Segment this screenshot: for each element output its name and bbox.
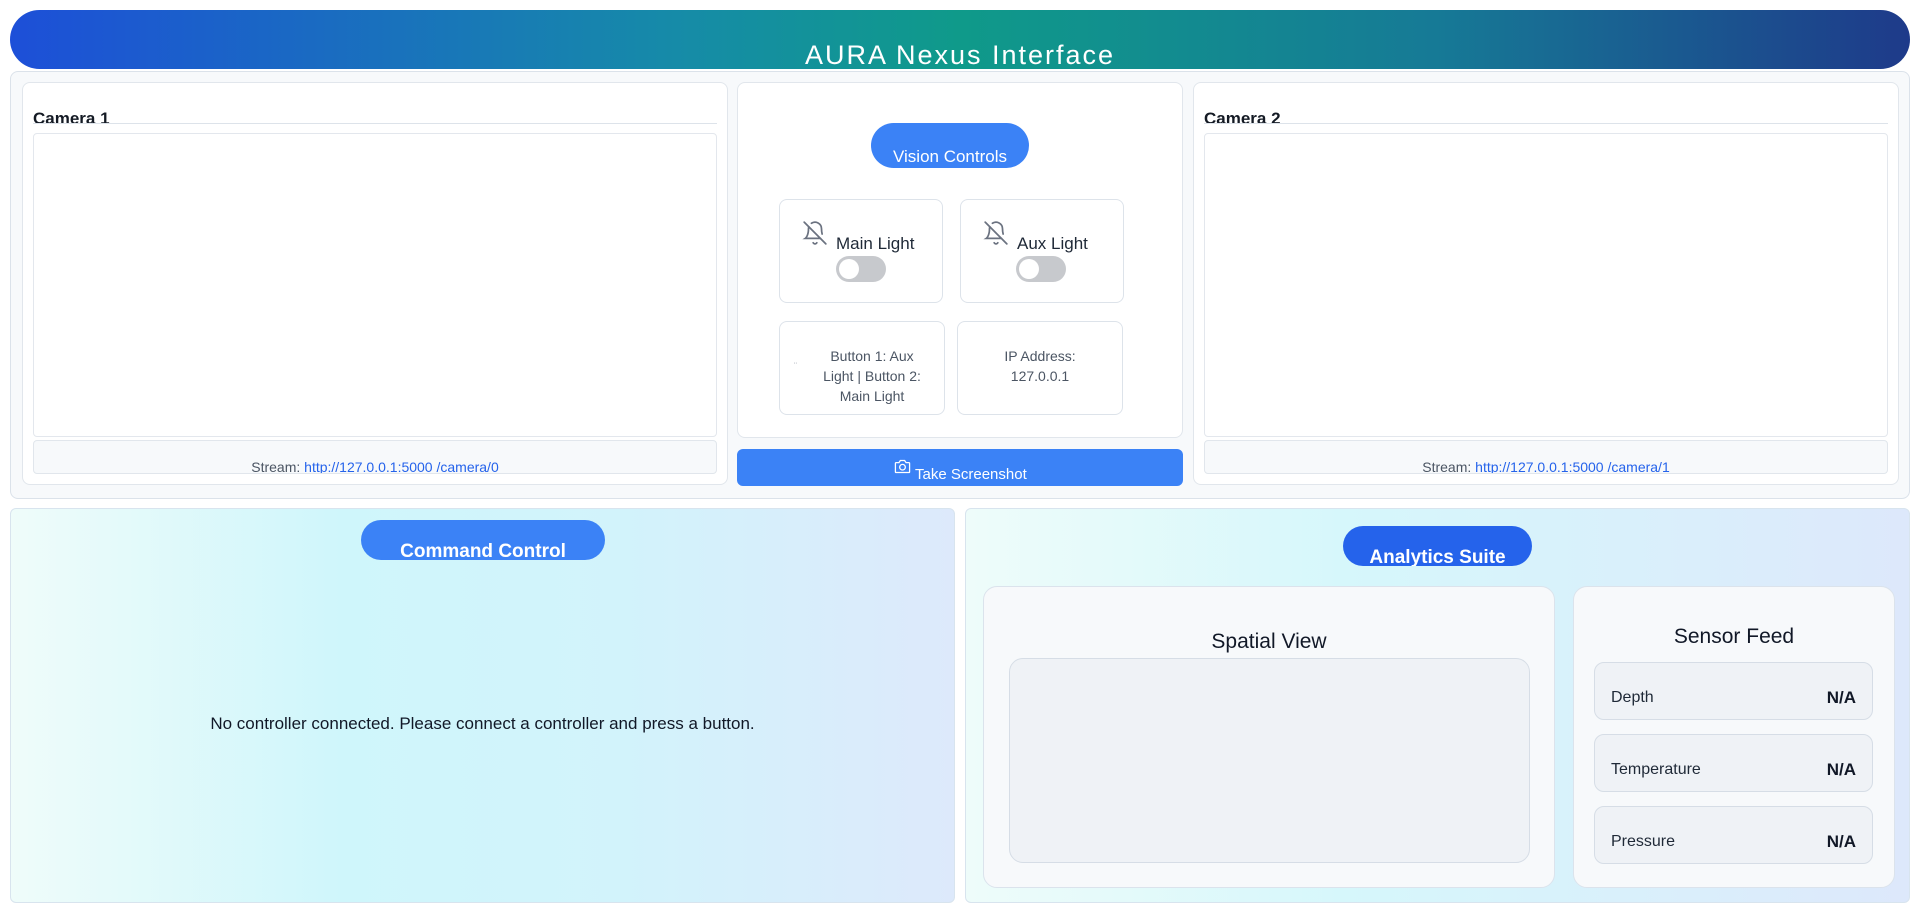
sensor-feed-card: Sensor Feed Depth N/A Temperature N/A Pr… [1573,586,1895,888]
controller-status-message: No controller connected. Please connect … [210,714,755,733]
camera-1-feed [33,133,717,437]
sensor-value: N/A [1826,832,1856,851]
main-light-card: Main Light [779,199,943,303]
camera-icon [894,459,911,474]
sensor-row-temperature: Temperature N/A [1594,734,1873,792]
button-mapping-line: Main Light [839,388,905,404]
camera-2-panel: Camera 2 Stream: http://127.0.0.1:5000 /… [1193,82,1899,485]
camera-2-stream-bar: Stream: http://127.0.0.1:5000 /camera/1 [1204,440,1888,474]
button-mapping-line: Light | Button 2: [823,368,921,384]
analytics-suite-title: Analytics Suite [1343,526,1532,566]
camera-1-title: Camera 1 [33,109,110,128]
command-control-title: Command Control [361,520,605,560]
take-screenshot-label: Take Screenshot [915,466,1027,483]
spatial-view-card: Spatial View [983,586,1555,888]
camera-1-stream-bar: Stream: http://127.0.0.1:5000 /camera/0 [33,440,717,474]
stream-label: Stream: [1422,459,1472,474]
ip-address-label: IP Address: [1004,348,1076,364]
sensor-feed-title: Sensor Feed [1673,625,1795,648]
divider [1204,123,1888,124]
sensor-row-pressure: Pressure N/A [1594,806,1873,864]
app-header: AURA Nexus Interface [10,10,1910,69]
sensor-label: Temperature [1611,761,1701,778]
button-mapping-card: ¨ Button 1: Aux Light | Button 2: Main L… [779,321,945,415]
toggle-knob [1019,259,1039,279]
vision-controls-panel: Vision Controls Main Light Aux Light ¨ B… [737,82,1183,438]
ip-address-value: 127.0.0.1 [1010,368,1070,384]
button-mapping-line: Button 1: Aux [830,348,914,364]
gamepad-icon: ¨ [794,361,797,371]
camera-2-title: Camera 2 [1204,109,1281,128]
camera-2-stream-link[interactable]: http://127.0.0.1:5000 /camera/1 [1475,459,1670,473]
sensor-value: N/A [1826,688,1856,707]
take-screenshot-button[interactable]: Take Screenshot [737,449,1183,486]
aux-light-label: Aux Light [1017,234,1088,253]
spatial-view-title: Spatial View [1211,630,1327,653]
toggle-knob [839,259,859,279]
vision-controls-title: Vision Controls [871,123,1029,168]
main-light-toggle[interactable] [836,256,886,282]
sensor-row-depth: Depth N/A [1594,662,1873,720]
analytics-suite-panel: Analytics Suite Spatial View Sensor Feed… [965,508,1910,903]
command-control-panel: Command Control No controller connected.… [10,508,955,903]
camera-2-feed [1204,133,1888,437]
spatial-view-canvas [1009,658,1530,863]
camera-1-stream-link[interactable]: http://127.0.0.1:5000 /camera/0 [304,459,499,473]
sensor-label: Pressure [1611,833,1676,850]
aux-light-toggle[interactable] [1016,256,1066,282]
divider [33,123,717,124]
bell-off-icon [983,221,1008,245]
app-title: AURA Nexus Interface [804,40,1116,69]
sensor-label: Depth [1611,689,1654,706]
stream-label: Stream: [251,459,301,474]
bell-off-icon [802,221,827,245]
ip-address-card: IP Address: 127.0.0.1 [957,321,1123,415]
aux-light-card: Aux Light [960,199,1124,303]
sensor-value: N/A [1826,760,1856,779]
camera-1-panel: Camera 1 Stream: http://127.0.0.1:5000 /… [22,82,728,485]
main-light-label: Main Light [836,234,915,253]
